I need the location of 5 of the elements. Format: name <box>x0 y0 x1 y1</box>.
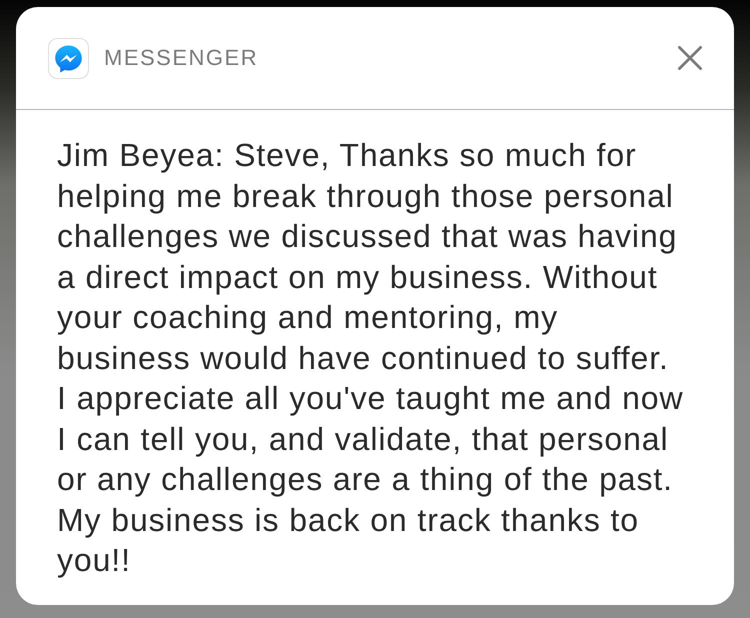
messenger-app-icon <box>48 38 89 78</box>
app-name: MESSENGER <box>104 47 258 69</box>
close-button[interactable] <box>677 45 703 71</box>
message-text: Jim Beyea: Steve, Thanks so much for helping me break through those personal challenges we discussed that was having a direct impact on my business. Without your coaching and mentoring, my business would have continued to suffer. I appreciate all you've taught me and now I can tell you, and validate, that personal or any challenges are a thing of the past. My business is back on track thanks to you!! <box>57 136 684 580</box>
close-icon <box>678 46 702 70</box>
